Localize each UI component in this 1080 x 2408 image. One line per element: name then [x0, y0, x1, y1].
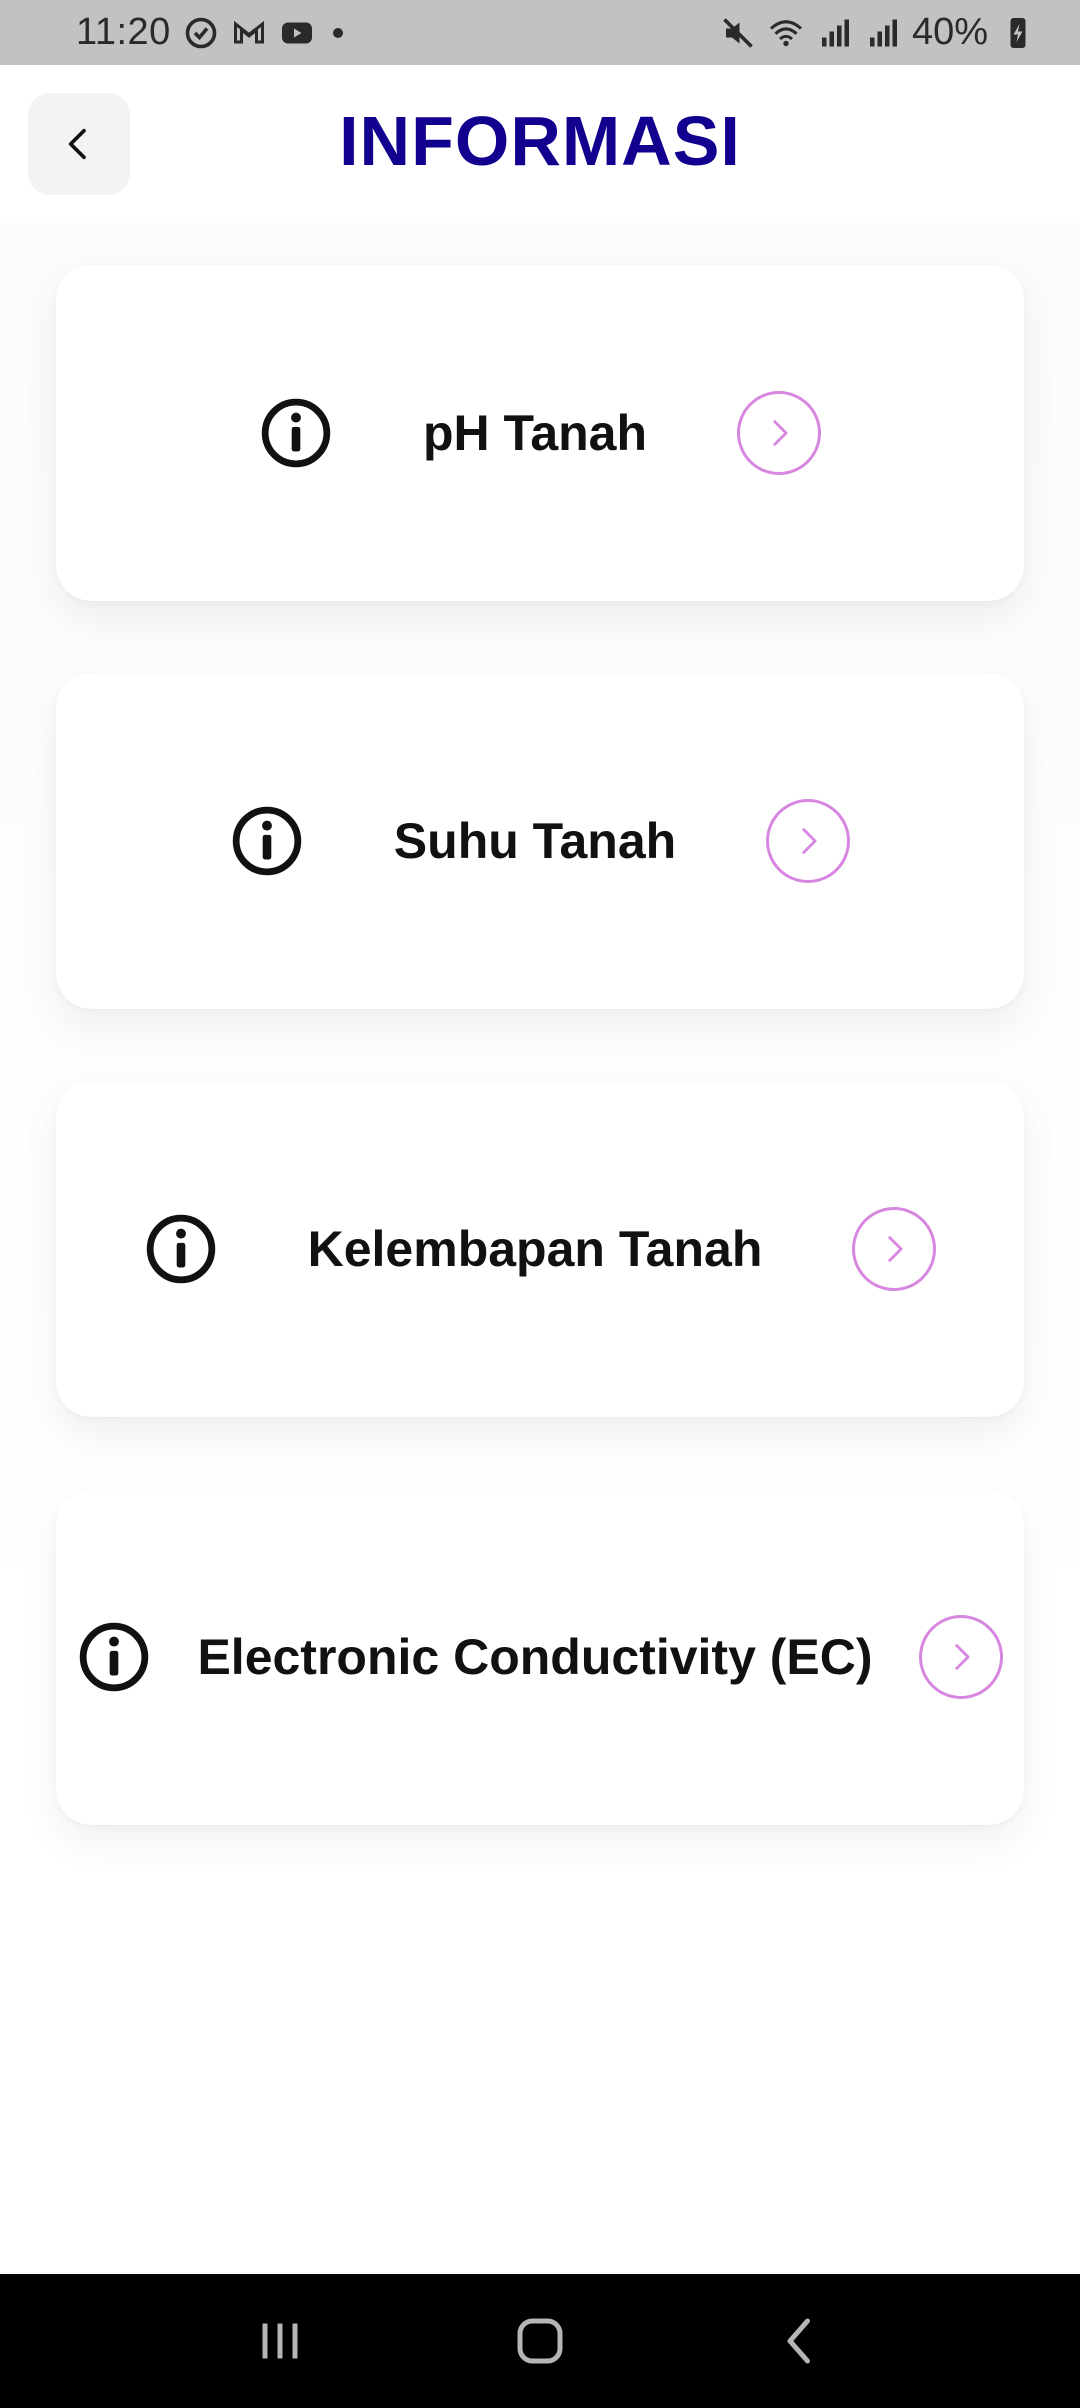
header: INFORMASI: [0, 65, 1080, 223]
battery-percent: 40%: [911, 11, 988, 53]
gmail-icon: [231, 15, 267, 51]
signal-icon: [864, 15, 900, 51]
card-electronic-conductivity[interactable]: Electronic Conductivity (EC): [56, 1489, 1024, 1825]
chevron-right-icon: [802, 828, 817, 854]
open-button[interactable]: [852, 1207, 937, 1291]
page-title: INFORMASI: [339, 102, 741, 180]
home-button[interactable]: [500, 2301, 580, 2381]
status-right: 40%: [720, 11, 1036, 54]
card-ph-tanah[interactable]: pH Tanah: [56, 265, 1024, 601]
mute-icon: [720, 15, 756, 51]
info-icon: [77, 1620, 151, 1694]
card-label: Kelembapan Tanah: [307, 1221, 763, 1277]
info-icon: [230, 804, 304, 878]
battery-charging-icon: [1000, 15, 1036, 51]
status-bar: 11:20 40%: [0, 0, 1080, 65]
screen: 11:20 40% INFORMASI pH Tanah Suhu Tanah …: [0, 0, 1080, 2408]
status-time: 11:20: [76, 11, 171, 53]
info-icon: [259, 396, 333, 470]
recent-apps-icon: [262, 2323, 298, 2359]
card-label: pH Tanah: [422, 405, 648, 461]
back-icon: [787, 2318, 810, 2364]
card-label: Electronic Conductivity (EC): [197, 1629, 873, 1685]
wifi-icon: [768, 15, 804, 51]
chevron-right-icon: [888, 1236, 903, 1262]
recent-apps-button[interactable]: [240, 2301, 320, 2381]
card-kelembapan-tanah[interactable]: Kelembapan Tanah: [56, 1081, 1024, 1417]
open-button[interactable]: [766, 799, 851, 883]
card-suhu-tanah[interactable]: Suhu Tanah: [56, 673, 1024, 1009]
signal-icon: [816, 15, 852, 51]
system-nav-bar: [0, 2274, 1080, 2408]
open-button[interactable]: [918, 1615, 1003, 1699]
home-icon: [517, 2318, 563, 2364]
youtube-icon: [279, 15, 315, 51]
info-list: pH Tanah Suhu Tanah Kelembapan Tanah Ele…: [0, 223, 1080, 1991]
open-button[interactable]: [737, 391, 822, 475]
chevron-right-icon: [773, 420, 788, 446]
nav-back-button[interactable]: [760, 2301, 840, 2381]
info-icon: [144, 1212, 218, 1286]
dot-icon: [332, 27, 343, 38]
status-left: 11:20: [76, 11, 343, 54]
chevron-right-icon: [954, 1644, 970, 1670]
card-label: Suhu Tanah: [393, 813, 677, 869]
sync-icon: [183, 15, 219, 51]
